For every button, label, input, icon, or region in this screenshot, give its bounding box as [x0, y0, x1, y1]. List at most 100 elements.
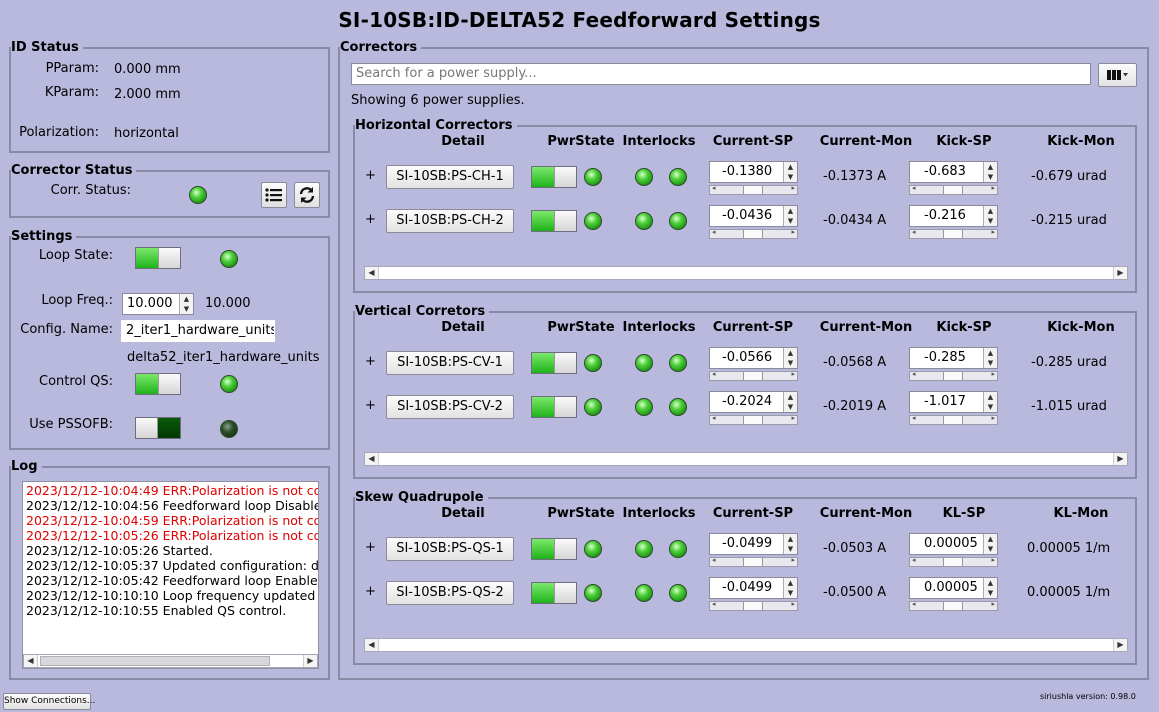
- current-mon-value: -0.0503 A: [823, 541, 887, 556]
- current-sp-spinbox[interactable]: -0.0436 ▲ ▼: [709, 205, 798, 227]
- scroll-left-icon[interactable]: ◀: [365, 267, 379, 279]
- spin-arrows-icon[interactable]: ▲ ▼: [983, 578, 997, 598]
- ps-detail-button[interactable]: SI-10SB:PS-CV-2: [386, 395, 514, 419]
- scroll-thumb[interactable]: [381, 640, 1111, 650]
- scroll-right-icon[interactable]: ▶: [303, 655, 317, 667]
- ps-group-hscrollbar[interactable]: ◀ ▶: [364, 452, 1128, 466]
- config-name-input[interactable]: 2_iter1_hardware_units: [121, 320, 275, 342]
- pwrstate-toggle[interactable]: [531, 210, 577, 232]
- correctors-group: Correctors Search for a power supply... …: [338, 40, 1149, 680]
- expand-row-icon[interactable]: +: [365, 354, 376, 369]
- ps-group-hscrollbar[interactable]: ◀ ▶: [364, 638, 1128, 652]
- spin-arrows-icon[interactable]: ▲ ▼: [783, 348, 797, 368]
- column-header: Current-SP: [712, 134, 794, 149]
- pwrstate-toggle[interactable]: [531, 538, 577, 560]
- kick-sp-slider[interactable]: ◂ ▸: [909, 556, 998, 567]
- spin-arrows-icon[interactable]: ▲ ▼: [783, 578, 797, 598]
- spin-arrows-icon[interactable]: ▲ ▼: [983, 206, 997, 226]
- corrector-status-group: Corrector Status Corr. Status:: [9, 163, 330, 218]
- expand-row-icon[interactable]: +: [365, 212, 376, 227]
- log-list[interactable]: 2023/12/12-10:04:49 ERR:Polarization is …: [22, 481, 319, 669]
- control-qs-label: Control QS:: [39, 374, 113, 389]
- show-connections-button[interactable]: Show Connections...: [3, 693, 95, 710]
- pwrstate-toggle[interactable]: [531, 582, 577, 604]
- current-sp-value: -0.2024: [722, 394, 773, 409]
- spin-arrows-icon[interactable]: ▲ ▼: [983, 392, 997, 412]
- spin-arrows-icon[interactable]: ▲ ▼: [783, 392, 797, 412]
- kick-sp-slider[interactable]: ◂ ▸: [909, 184, 998, 195]
- scroll-right-icon[interactable]: ▶: [1113, 267, 1127, 279]
- current-sp-slider[interactable]: ◂ ▸: [709, 556, 798, 567]
- current-sp-slider[interactable]: ◂ ▸: [709, 370, 798, 381]
- polarization-label: Polarization:: [19, 125, 99, 140]
- ps-detail-button[interactable]: SI-10SB:PS-CH-1: [386, 165, 514, 189]
- kick-sp-value: 0.00005: [924, 536, 978, 551]
- scroll-left-icon[interactable]: ◀: [365, 639, 379, 651]
- scroll-left-icon[interactable]: ◀: [365, 453, 379, 465]
- log-line: 2023/12/12-10:04:49 ERR:Polarization is …: [26, 483, 319, 498]
- ps-detail-button[interactable]: SI-10SB:PS-CV-1: [386, 351, 514, 375]
- kick-sp-spinbox[interactable]: -0.216 ▲ ▼: [909, 205, 998, 227]
- expand-row-icon[interactable]: +: [365, 398, 376, 413]
- current-sp-spinbox[interactable]: -0.0499 ▲ ▼: [709, 577, 798, 599]
- kick-sp-slider[interactable]: ◂ ▸: [909, 370, 998, 381]
- kick-sp-slider[interactable]: ◂ ▸: [909, 600, 998, 611]
- kick-sp-spinbox[interactable]: 0.00005 ▲ ▼: [909, 533, 998, 555]
- column-header: Kick-SP: [936, 320, 992, 335]
- spin-arrows-icon[interactable]: ▲ ▼: [983, 348, 997, 368]
- ps-search-input[interactable]: Search for a power supply...: [351, 63, 1091, 85]
- current-sp-slider[interactable]: ◂ ▸: [709, 600, 798, 611]
- control-qs-toggle[interactable]: [135, 373, 181, 395]
- expand-row-icon[interactable]: +: [365, 540, 376, 555]
- spin-arrows-icon[interactable]: ▲ ▼: [983, 162, 997, 182]
- scroll-right-icon[interactable]: ▶: [1113, 639, 1127, 651]
- corr-status-list-button[interactable]: [261, 182, 287, 208]
- current-sp-value: -0.1380: [722, 164, 773, 179]
- current-sp-slider[interactable]: ◂ ▸: [709, 228, 798, 239]
- kick-sp-spinbox[interactable]: 0.00005 ▲ ▼: [909, 577, 998, 599]
- kick-sp-spinbox[interactable]: -0.285 ▲ ▼: [909, 347, 998, 369]
- id-status-title: ID Status: [11, 40, 83, 56]
- spin-arrows-icon[interactable]: ▲ ▼: [783, 206, 797, 226]
- current-sp-spinbox[interactable]: -0.1380 ▲ ▼: [709, 161, 798, 183]
- scroll-left-icon[interactable]: ◀: [24, 655, 38, 667]
- pwrstate-toggle[interactable]: [531, 166, 577, 188]
- kick-sp-slider[interactable]: ◂ ▸: [909, 228, 998, 239]
- scroll-right-icon[interactable]: ▶: [1113, 453, 1127, 465]
- ps-detail-button[interactable]: SI-10SB:PS-QS-1: [386, 537, 514, 561]
- ps-detail-button[interactable]: SI-10SB:PS-CH-2: [386, 209, 514, 233]
- use-pssofb-toggle[interactable]: [135, 417, 181, 439]
- loop-state-toggle[interactable]: [135, 247, 181, 269]
- loop-freq-spinbox[interactable]: 10.000 ▲ ▼: [122, 293, 194, 315]
- current-sp-spinbox[interactable]: -0.0499 ▲ ▼: [709, 533, 798, 555]
- spin-arrows-icon[interactable]: ▲ ▼: [179, 294, 193, 314]
- spin-arrows-icon[interactable]: ▲ ▼: [983, 534, 997, 554]
- current-sp-spinbox[interactable]: -0.0566 ▲ ▼: [709, 347, 798, 369]
- kick-sp-spinbox[interactable]: -1.017 ▲ ▼: [909, 391, 998, 413]
- column-chooser-button[interactable]: [1098, 63, 1137, 87]
- expand-row-icon[interactable]: +: [365, 584, 376, 599]
- kick-sp-slider[interactable]: ◂ ▸: [909, 414, 998, 425]
- ps-group-hscrollbar[interactable]: ◀ ▶: [364, 266, 1128, 280]
- log-hscrollbar[interactable]: ◀ ▶: [23, 654, 318, 668]
- kick-sp-spinbox[interactable]: -0.683 ▲ ▼: [909, 161, 998, 183]
- scroll-thumb[interactable]: [381, 268, 1111, 278]
- current-sp-slider[interactable]: ◂ ▸: [709, 414, 798, 425]
- scroll-thumb[interactable]: [381, 454, 1111, 464]
- kick-mon-value: 0.00005 1/m: [1027, 585, 1111, 600]
- expand-row-icon[interactable]: +: [365, 168, 376, 183]
- scroll-thumb[interactable]: [40, 656, 270, 666]
- kparam-label: KParam:: [44, 85, 99, 100]
- current-sp-value: -0.0499: [722, 536, 773, 551]
- ps-group-0: Horizontal Correctors Detail PwrState Inter…: [353, 118, 1137, 293]
- pwrstate-led: [584, 540, 602, 558]
- spin-arrows-icon[interactable]: ▲ ▼: [783, 162, 797, 182]
- pwrstate-toggle[interactable]: [531, 352, 577, 374]
- current-sp-spinbox[interactable]: -0.2024 ▲ ▼: [709, 391, 798, 413]
- ps-detail-button[interactable]: SI-10SB:PS-QS-2: [386, 581, 514, 605]
- spin-arrows-icon[interactable]: ▲ ▼: [783, 534, 797, 554]
- corr-status-refresh-button[interactable]: [294, 182, 320, 208]
- pwrstate-toggle[interactable]: [531, 396, 577, 418]
- current-sp-slider[interactable]: ◂ ▸: [709, 184, 798, 195]
- kick-sp-value: -0.285: [924, 350, 966, 365]
